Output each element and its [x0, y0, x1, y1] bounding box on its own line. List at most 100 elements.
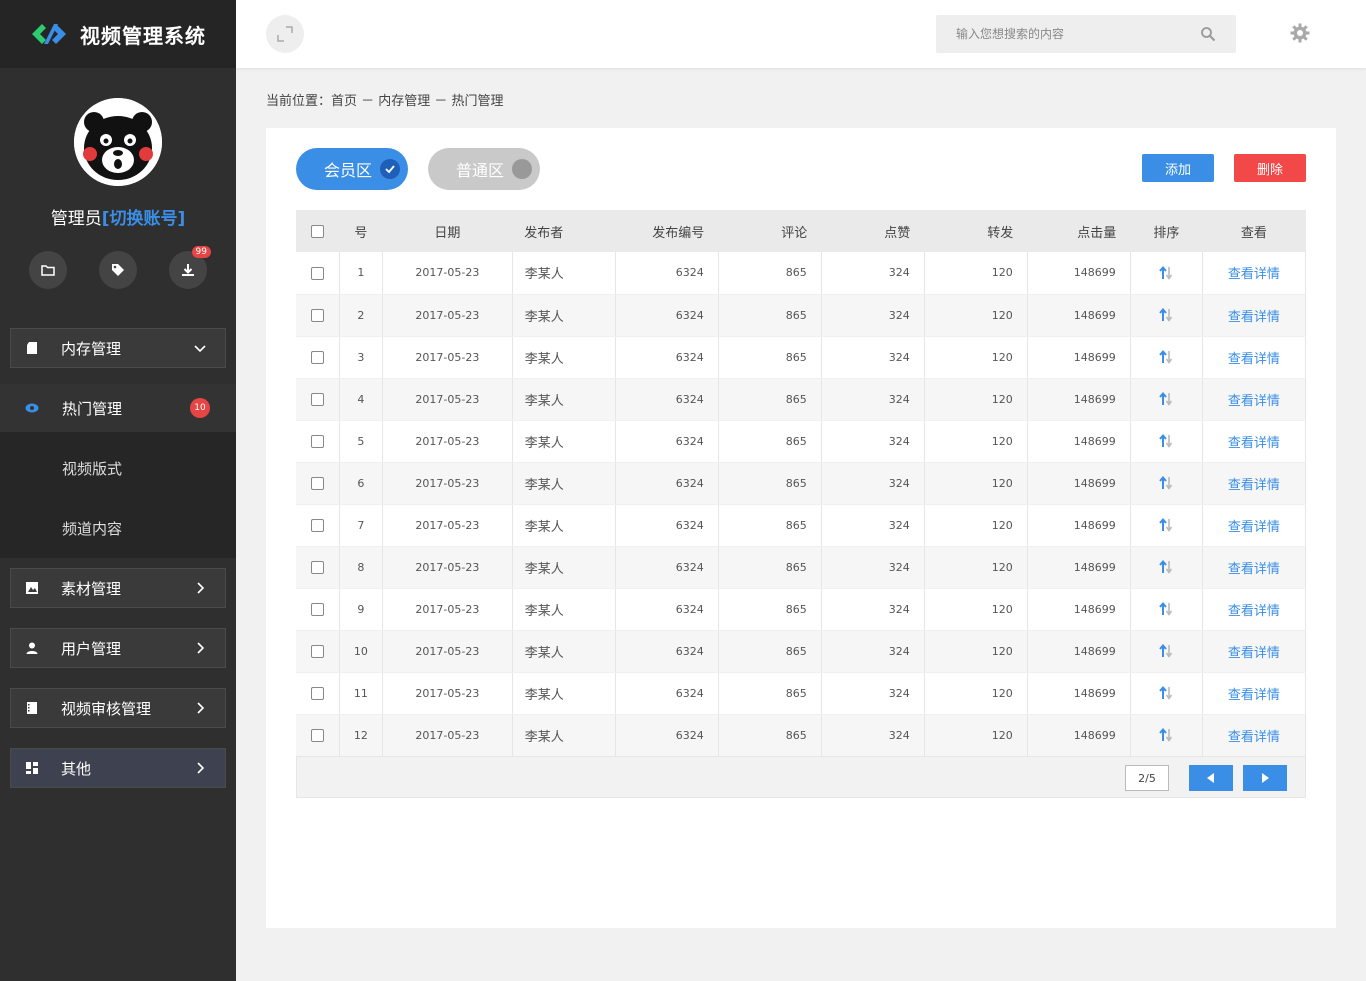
data-table: 号 日期 发布者 发布编号 评论 点赞 转发 点击量 排序 查看 1 2017-0…: [296, 210, 1307, 757]
col-header-no: 号: [354, 225, 368, 241]
row-checkbox[interactable]: [310, 434, 324, 448]
row-number: 5: [339, 420, 384, 463]
row-view-cell: 查看详情: [1202, 504, 1307, 547]
view-details-link[interactable]: 查看详情: [1228, 478, 1280, 493]
view-details-link[interactable]: 查看详情: [1228, 267, 1280, 282]
folder-icon: [41, 265, 55, 276]
sort-icon[interactable]: [1158, 643, 1174, 659]
row-likes: 324: [821, 504, 925, 547]
menu-user-label: 用户管理: [61, 639, 122, 658]
gear-icon[interactable]: [1290, 23, 1310, 43]
row-date: 2017-05-23: [382, 420, 513, 463]
fullscreen-button[interactable]: [266, 15, 304, 53]
sort-icon[interactable]: [1158, 349, 1174, 365]
row-likes: 324: [821, 630, 925, 673]
folder-button[interactable]: [29, 251, 67, 289]
menu-material[interactable]: 素材管理: [10, 568, 226, 608]
user-icon: [25, 641, 39, 655]
sort-icon[interactable]: [1158, 517, 1174, 533]
sort-icon[interactable]: [1158, 307, 1174, 323]
row-checkbox[interactable]: [310, 392, 324, 406]
row-checkbox[interactable]: [310, 602, 324, 616]
normal-zone-toggle[interactable]: 普通区: [428, 148, 540, 190]
avatar[interactable]: [74, 98, 162, 186]
view-details-link[interactable]: 查看详情: [1228, 310, 1280, 325]
sort-icon[interactable]: [1158, 559, 1174, 575]
page-indicator[interactable]: 2/5: [1125, 765, 1169, 791]
row-view-cell: 查看详情: [1202, 546, 1307, 589]
row-clicks: 148699: [1027, 420, 1131, 463]
sort-icon[interactable]: [1158, 391, 1174, 407]
menu-other[interactable]: 其他: [10, 748, 226, 788]
row-select-cell: [296, 294, 340, 337]
table-row: 4 2017-05-23 李某人 6324 865 324 120 148699 查看详情: [296, 378, 1307, 421]
view-details-link[interactable]: 查看详情: [1228, 688, 1280, 703]
row-select-cell: [296, 714, 340, 757]
search-input[interactable]: [936, 15, 1176, 53]
row-checkbox[interactable]: [310, 686, 324, 700]
chevron-down-icon: [193, 341, 207, 355]
view-details-link[interactable]: 查看详情: [1228, 562, 1280, 577]
sidebar-item-video-layout[interactable]: 视频版式: [0, 444, 236, 492]
menu-memory-label: 内存管理: [61, 339, 122, 358]
row-date: 2017-05-23: [382, 294, 513, 337]
table-row: 9 2017-05-23 李某人 6324 865 324 120 148699 查看详情: [296, 588, 1307, 631]
row-checkbox[interactable]: [310, 518, 324, 532]
menu-review[interactable]: 视频审核管理: [10, 688, 226, 728]
row-checkbox[interactable]: [310, 644, 324, 658]
row-sort-cell: [1130, 714, 1203, 757]
table-row: 6 2017-05-23 李某人 6324 865 324 120 148699 查看详情: [296, 462, 1307, 505]
row-checkbox[interactable]: [310, 350, 324, 364]
row-publisher: 李某人: [512, 546, 616, 589]
film-icon: [25, 701, 39, 715]
menu-memory[interactable]: 内存管理: [10, 328, 226, 368]
view-details-link[interactable]: 查看详情: [1228, 604, 1280, 619]
switch-account-link[interactable]: [切换账号]: [102, 209, 186, 229]
sort-icon[interactable]: [1158, 601, 1174, 617]
content-panel: 会员区 普通区 添加 删除 号 日期 发布者 发布编号 评论 点赞 转发 点击量…: [266, 128, 1336, 928]
row-checkbox[interactable]: [310, 476, 324, 490]
row-likes: 324: [821, 252, 925, 295]
add-button[interactable]: 添加: [1142, 154, 1214, 182]
sort-icon[interactable]: [1158, 685, 1174, 701]
next-page-button[interactable]: [1243, 765, 1287, 791]
row-sort-cell: [1130, 252, 1203, 295]
sidebar-item-channel-content[interactable]: 频道内容: [0, 504, 236, 552]
prev-page-button[interactable]: [1189, 765, 1233, 791]
row-checkbox[interactable]: [310, 560, 324, 574]
row-select-cell: [296, 672, 340, 715]
row-shares: 120: [924, 462, 1028, 505]
sort-icon[interactable]: [1158, 433, 1174, 449]
view-details-link[interactable]: 查看详情: [1228, 394, 1280, 409]
toggle-knob: [512, 159, 532, 179]
view-details-link[interactable]: 查看详情: [1228, 520, 1280, 535]
row-date: 2017-05-23: [382, 462, 513, 505]
row-pub-no: 6324: [615, 420, 719, 463]
sort-icon[interactable]: [1158, 475, 1174, 491]
select-all-checkbox[interactable]: [311, 224, 325, 238]
view-details-link[interactable]: 查看详情: [1228, 352, 1280, 367]
tag-button[interactable]: [99, 251, 137, 289]
sort-icon[interactable]: [1158, 727, 1174, 743]
view-details-link[interactable]: 查看详情: [1228, 730, 1280, 745]
row-likes: 324: [821, 336, 925, 379]
search-icon[interactable]: [1200, 26, 1216, 42]
row-date: 2017-05-23: [382, 630, 513, 673]
row-comments: 865: [718, 504, 822, 547]
view-details-link[interactable]: 查看详情: [1228, 436, 1280, 451]
row-comments: 865: [718, 336, 822, 379]
row-shares: 120: [924, 336, 1028, 379]
row-checkbox[interactable]: [310, 308, 324, 322]
download-button[interactable]: 99: [169, 246, 211, 289]
sidebar-item-hot[interactable]: 热门管理 10: [0, 384, 236, 432]
row-clicks: 148699: [1027, 672, 1131, 715]
delete-button[interactable]: 删除: [1234, 154, 1306, 182]
view-details-link[interactable]: 查看详情: [1228, 646, 1280, 661]
row-checkbox[interactable]: [310, 728, 324, 742]
row-date: 2017-05-23: [382, 336, 513, 379]
row-number: 10: [339, 630, 384, 673]
member-zone-toggle[interactable]: 会员区: [296, 148, 408, 190]
row-checkbox[interactable]: [310, 266, 324, 280]
sort-icon[interactable]: [1158, 265, 1174, 281]
menu-user[interactable]: 用户管理: [10, 628, 226, 668]
